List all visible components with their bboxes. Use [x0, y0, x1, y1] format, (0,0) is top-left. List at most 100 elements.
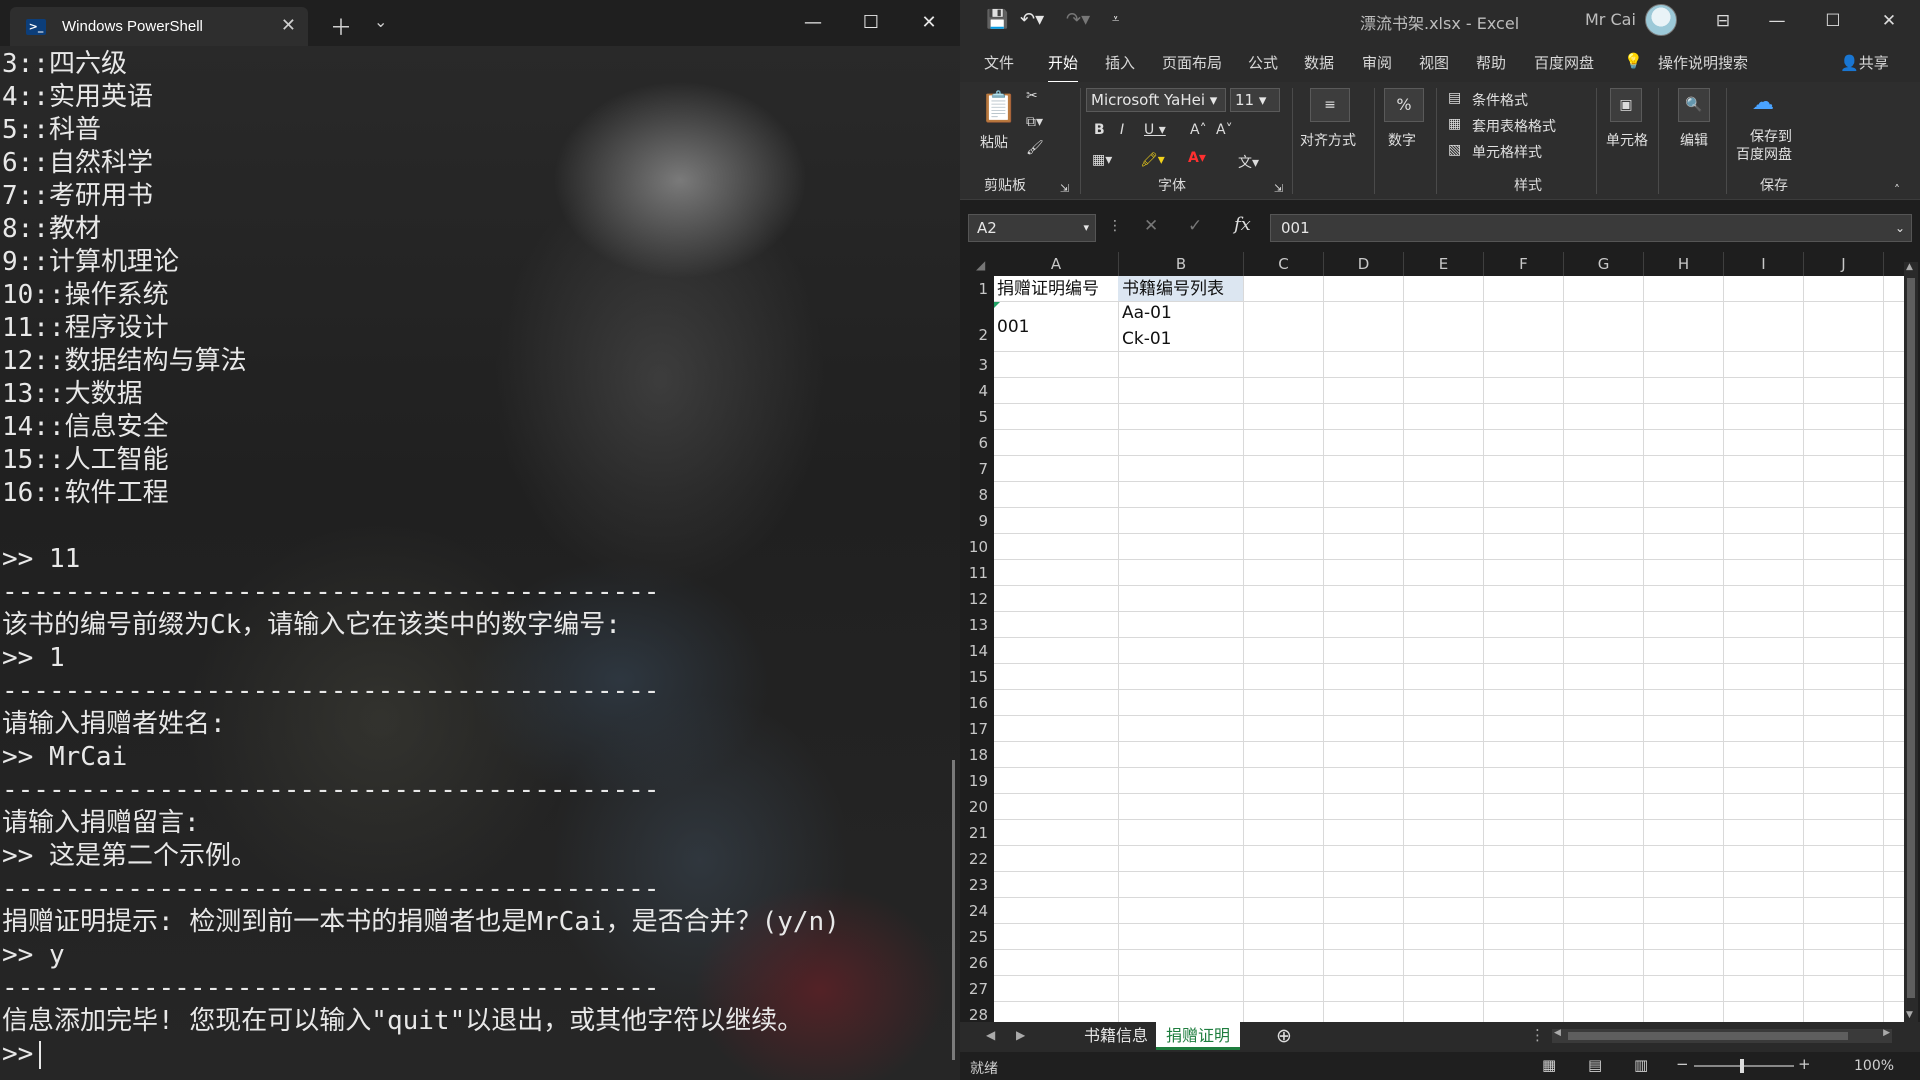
underline-icon[interactable]: U ▾	[1144, 122, 1166, 138]
share-button[interactable]: 👤共享	[1840, 52, 1889, 73]
terminal-scrollbar[interactable]	[952, 760, 955, 1060]
scroll-right-icon[interactable]: ▶	[1883, 1028, 1890, 1038]
cancel-icon[interactable]: ✕	[1144, 216, 1158, 236]
search-icon[interactable]: 🔍	[1678, 88, 1710, 122]
row-header[interactable]: 5	[960, 404, 994, 430]
powershell-tab[interactable]: >_ Windows PowerShell ✕	[10, 7, 308, 46]
save-to-line1[interactable]: 保存到	[1750, 126, 1792, 146]
phonetic-icon[interactable]: 文▾	[1238, 152, 1259, 172]
font-name-select[interactable]: Microsoft YaHei ▾	[1086, 88, 1226, 112]
tab-home[interactable]: 开始	[1048, 52, 1079, 84]
row-header[interactable]: 4	[960, 378, 994, 404]
fill-color-icon[interactable]: 🖍▾	[1140, 152, 1165, 168]
cut-icon[interactable]: ✂	[1026, 88, 1038, 104]
name-box[interactable]: A2 ▾	[968, 214, 1096, 242]
normal-view-icon[interactable]: ▦	[1542, 1056, 1556, 1074]
customize-qat-icon[interactable]: ⩡	[1112, 12, 1119, 27]
column-header[interactable]: C	[1244, 252, 1324, 276]
conditional-format-button[interactable]: 条件格式	[1472, 90, 1528, 110]
row-header[interactable]: 7	[960, 456, 994, 482]
paste-button[interactable]: 粘贴	[980, 132, 1008, 152]
scroll-left-icon[interactable]: ◀	[1554, 1028, 1561, 1038]
chevron-down-icon[interactable]: ⌄	[374, 12, 387, 31]
dialog-launcher-icon[interactable]: ⇲	[1274, 182, 1283, 195]
column-header[interactable]: G	[1564, 252, 1644, 276]
scroll-up-icon[interactable]: ▲	[1906, 262, 1913, 272]
scroll-thumb[interactable]	[1568, 1032, 1848, 1040]
row-header[interactable]: 12	[960, 586, 994, 612]
editing-button[interactable]: 编辑	[1680, 130, 1708, 150]
row-header[interactable]: 3	[960, 352, 994, 378]
row-header[interactable]: 18	[960, 742, 994, 768]
row-header[interactable]: 24	[960, 898, 994, 924]
row-header[interactable]: 27	[960, 976, 994, 1002]
row-header[interactable]: 16	[960, 690, 994, 716]
font-size-select[interactable]: 11 ▾	[1230, 88, 1280, 112]
sheet-tab[interactable]: 书籍信息	[1074, 1022, 1158, 1050]
enter-icon[interactable]: ✓	[1188, 216, 1202, 236]
cell-grid[interactable]: 捐赠证明编号 书籍编号列表 001 Aa-01 Ck-01	[994, 276, 1906, 1022]
row-header[interactable]: 2	[960, 302, 994, 352]
percent-icon[interactable]: %	[1384, 88, 1424, 122]
row-header[interactable]: 25	[960, 924, 994, 950]
zoom-out-icon[interactable]: −	[1676, 1055, 1689, 1073]
number-button[interactable]: 数字	[1388, 130, 1416, 150]
cloud-icon[interactable]: ☁	[1752, 90, 1774, 115]
more-icon[interactable]: ⋮	[1108, 218, 1122, 234]
close-icon[interactable]: ✕	[1866, 6, 1912, 36]
tab-help[interactable]: 帮助	[1476, 52, 1506, 73]
tab-formulas[interactable]: 公式	[1248, 52, 1278, 73]
column-header[interactable]: A	[994, 252, 1119, 276]
zoom-slider[interactable]	[1694, 1059, 1794, 1073]
tab-page-layout[interactable]: 页面布局	[1162, 52, 1222, 73]
row-header[interactable]: 17	[960, 716, 994, 742]
column-header[interactable]: E	[1404, 252, 1484, 276]
row-header[interactable]: 13	[960, 612, 994, 638]
redo-icon[interactable]: ↷▾	[1066, 9, 1090, 30]
font-color-icon[interactable]: A▾	[1188, 150, 1206, 166]
row-header[interactable]: 20	[960, 794, 994, 820]
cells-icon[interactable]: ▣	[1610, 88, 1642, 122]
formula-input[interactable]: 001 ⌄	[1270, 214, 1912, 242]
row-header[interactable]: 9	[960, 508, 994, 534]
scroll-thumb[interactable]	[1907, 278, 1915, 998]
close-tab-icon[interactable]: ✕	[281, 15, 296, 36]
zoom-slider-thumb[interactable]	[1740, 1059, 1744, 1073]
copy-icon[interactable]: ⧉▾	[1026, 114, 1043, 130]
tab-insert[interactable]: 插入	[1105, 52, 1135, 73]
tab-baidu-netdisk[interactable]: 百度网盘	[1534, 52, 1594, 73]
alignment-button[interactable]: 对齐方式	[1300, 130, 1356, 150]
vertical-scrollbar[interactable]: ▲ ▼	[1904, 262, 1918, 1022]
dialog-launcher-icon[interactable]: ⇲	[1060, 182, 1069, 195]
terminal-output[interactable]: 3::四六级 4::实用英语 5::科普 6::自然科学 7::考研用书 8::…	[0, 46, 960, 1080]
collapse-ribbon-icon[interactable]: ˄	[1894, 183, 1900, 197]
tell-me-search[interactable]: 操作说明搜索	[1658, 52, 1748, 73]
column-header[interactable]: D	[1324, 252, 1404, 276]
undo-icon[interactable]: ↶▾	[1020, 9, 1044, 30]
row-header[interactable]: 1	[960, 276, 994, 302]
scroll-left-icon[interactable]: ◀	[986, 1028, 995, 1042]
add-sheet-icon[interactable]: ⊕	[1276, 1025, 1292, 1047]
column-header[interactable]: B	[1119, 252, 1244, 276]
cell-b2-line2[interactable]: Ck-01	[1122, 326, 1171, 352]
column-header[interactable]: J	[1804, 252, 1884, 276]
table-format-button[interactable]: 套用表格格式	[1472, 116, 1556, 136]
avatar[interactable]	[1645, 4, 1677, 36]
cell-b2-line1[interactable]: Aa-01	[1122, 300, 1172, 326]
column-header[interactable]: F	[1484, 252, 1564, 276]
cell-a2[interactable]: 001	[997, 314, 1029, 340]
tab-data[interactable]: 数据	[1304, 52, 1334, 73]
terminal-prompt-line[interactable]: >>	[2, 1038, 960, 1071]
tab-file[interactable]: 文件	[984, 52, 1014, 73]
minimize-icon[interactable]: —	[1754, 6, 1800, 36]
page-break-view-icon[interactable]: ▥	[1634, 1056, 1648, 1074]
cell-style-button[interactable]: 单元格样式	[1472, 142, 1542, 162]
close-icon[interactable]: ✕	[906, 8, 952, 38]
page-layout-view-icon[interactable]: ▤	[1588, 1056, 1602, 1074]
row-header[interactable]: 23	[960, 872, 994, 898]
align-icon[interactable]: ≡	[1310, 88, 1350, 122]
sheet-tab-active[interactable]: 捐赠证明	[1156, 1022, 1241, 1050]
row-header[interactable]: 6	[960, 430, 994, 456]
save-to-line2[interactable]: 百度网盘	[1736, 144, 1792, 164]
format-painter-icon[interactable]: 🖌	[1026, 140, 1044, 156]
